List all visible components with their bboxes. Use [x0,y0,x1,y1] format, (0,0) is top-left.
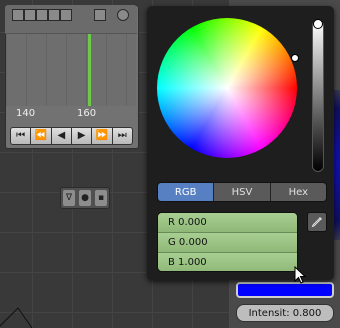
color-wheel[interactable] [157,18,297,158]
frame-label-140: 140 [16,108,36,119]
eyedropper-button[interactable] [307,212,327,232]
intensity-field[interactable]: Intensit: 0.800 [236,304,334,322]
texture-icon[interactable]: ▪ [95,190,107,206]
jump-end-icon[interactable]: ⏭ [111,127,133,145]
jump-keyframe-forward-icon[interactable]: ⏩ [91,127,113,145]
frame-label-160: 160 [77,108,97,119]
green-field[interactable]: G 0.000 [158,233,297,253]
transport-controls: ⏮ ⏪ ◀ ▶ ⏩ ⏭ [10,127,133,145]
material-sphere-icon[interactable]: ● [79,190,91,206]
play-reverse-icon[interactable]: ◀ [50,127,72,145]
mouse-cursor-icon [294,266,307,284]
eyedropper-icon [311,217,322,228]
tab-rgb[interactable]: RGB [158,183,215,201]
blue-field[interactable]: B 1.000 [158,253,297,271]
play-icon[interactable]: ▶ [70,127,93,145]
tab-hsv[interactable]: HSV [214,183,271,201]
keying-set-icon[interactable] [94,9,106,21]
select-icon[interactable] [24,9,36,21]
red-field[interactable]: R 0.000 [158,213,297,233]
view-icon[interactable] [12,9,24,21]
playback-icon[interactable] [60,9,72,21]
record-icon[interactable] [117,9,129,21]
jump-keyframe-back-icon[interactable]: ⏪ [30,127,52,145]
color-mode-tabs: RGB HSV Hex [157,182,327,202]
shading-toolbar: ∇ ● ▪ [60,187,110,209]
scene-edge-lines [0,307,33,328]
tab-hex[interactable]: Hex [270,183,326,201]
color-wheel-cursor[interactable] [291,54,299,62]
jump-start-icon[interactable]: ⏮ [10,127,32,145]
frame-icon[interactable] [48,9,60,21]
rgb-fields: R 0.000 G 0.000 B 1.000 [157,212,298,272]
current-frame-indicator[interactable] [88,34,91,106]
value-slider-handle[interactable] [313,19,323,29]
color-swatch[interactable] [236,282,334,298]
wire-icon[interactable]: ∇ [63,190,75,206]
timeline-area[interactable] [6,34,136,106]
value-slider[interactable] [312,20,324,172]
marker-icon[interactable] [36,9,48,21]
